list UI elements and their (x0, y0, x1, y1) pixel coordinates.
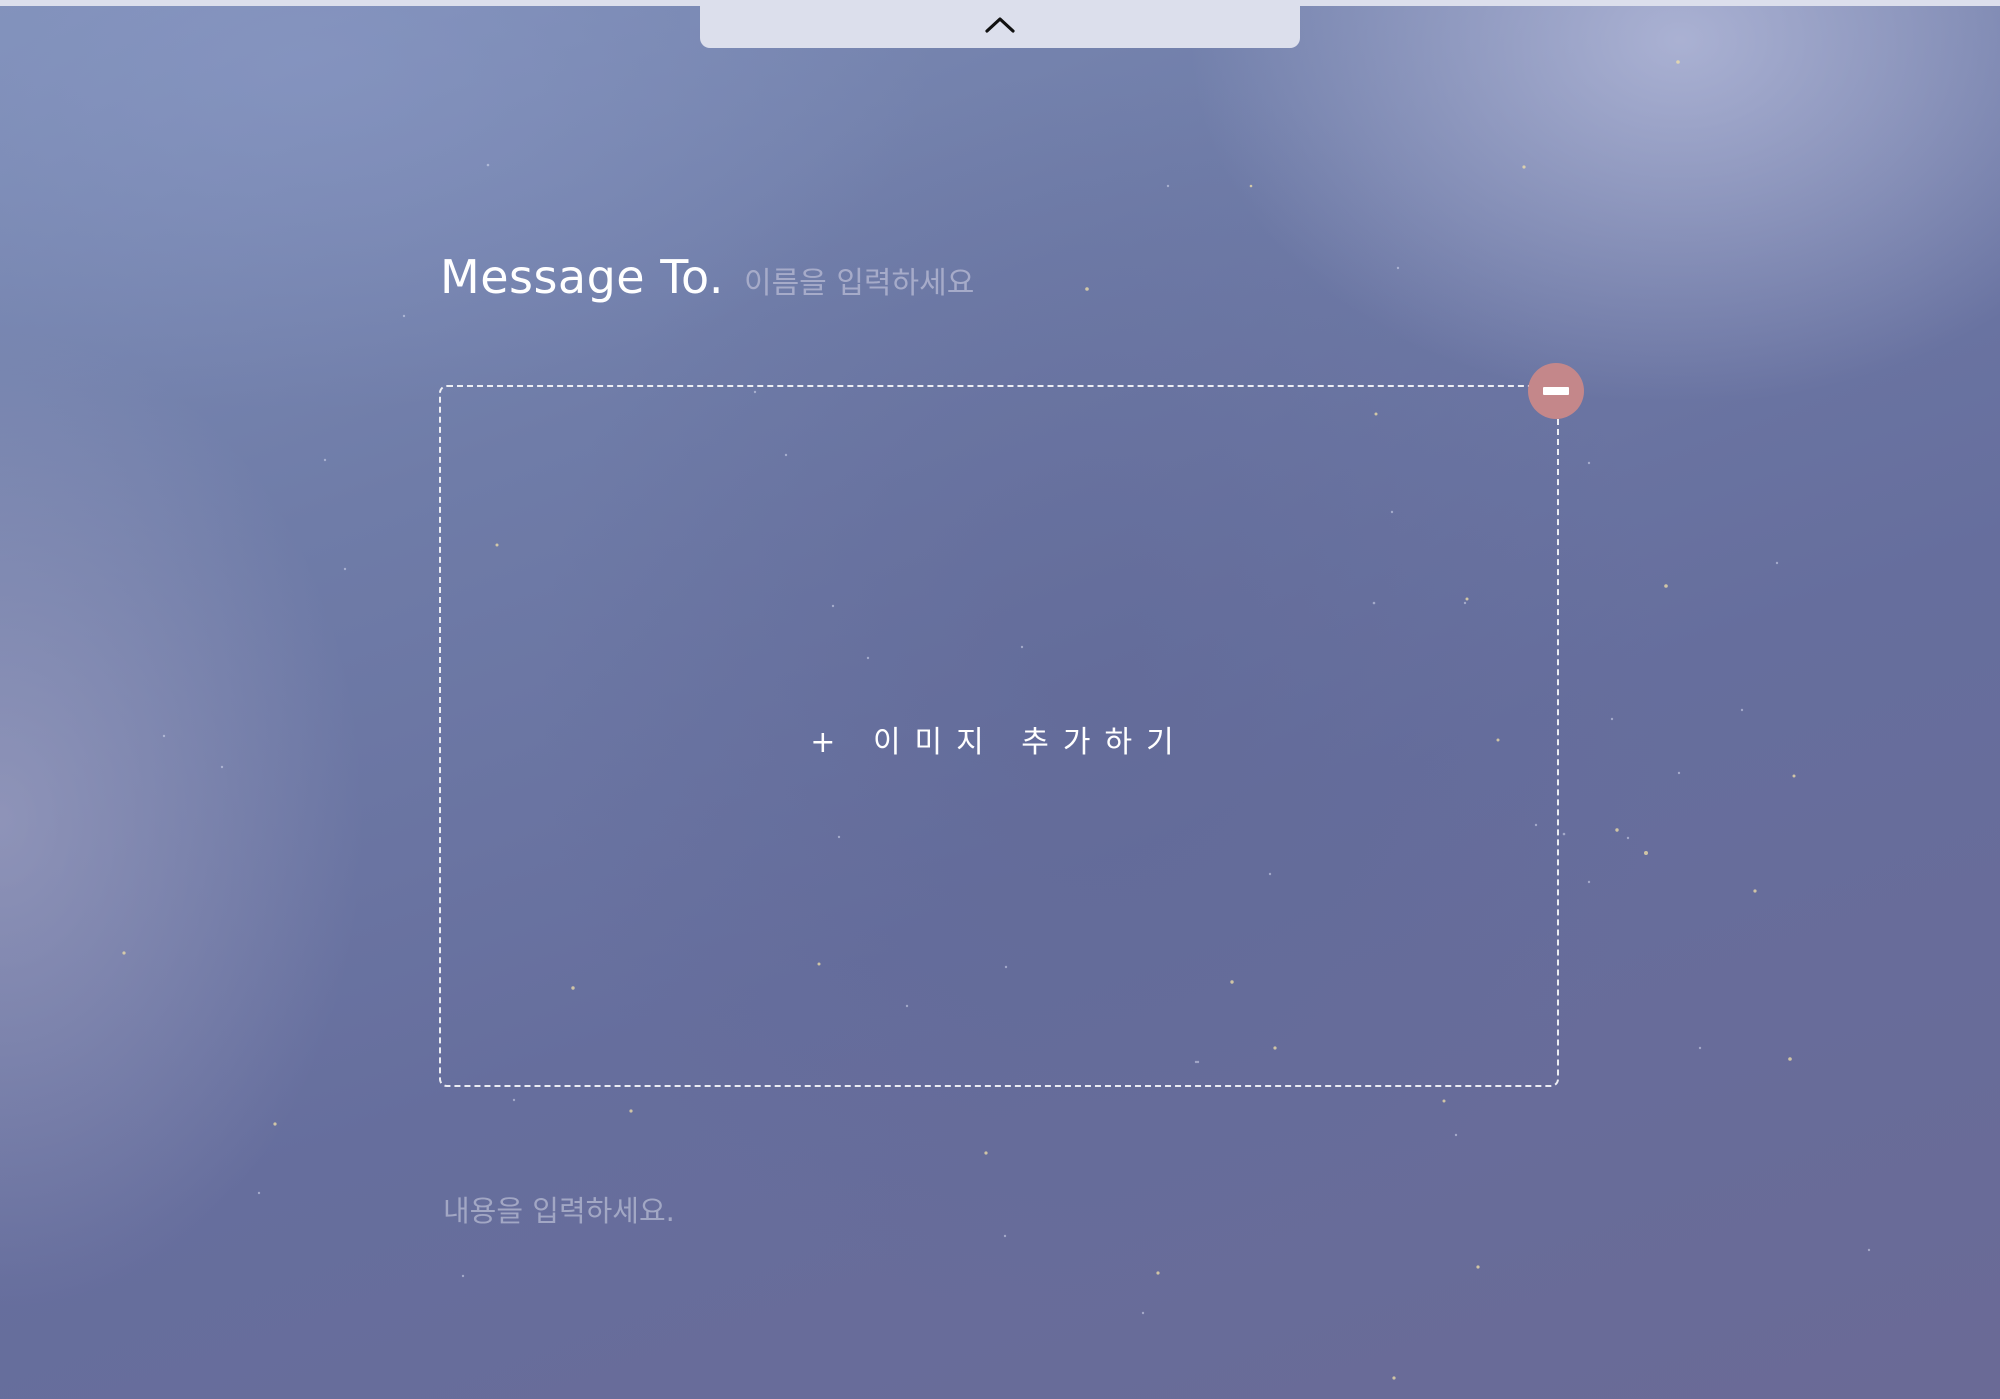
chevron-up-icon (985, 17, 1015, 33)
add-image-dropzone[interactable]: + 이미지 추가하기 (439, 385, 1559, 1087)
message-content-input[interactable] (443, 1188, 1553, 1238)
message-to-title: Message To. (440, 250, 724, 304)
add-image-label: + 이미지 추가하기 (810, 725, 1188, 760)
message-header: Message To. (440, 250, 1124, 320)
recipient-name-input[interactable] (743, 266, 1124, 301)
remove-image-button[interactable] (1528, 363, 1584, 419)
collapse-toggle-button[interactable] (700, 0, 1300, 48)
minus-icon (1543, 387, 1569, 395)
